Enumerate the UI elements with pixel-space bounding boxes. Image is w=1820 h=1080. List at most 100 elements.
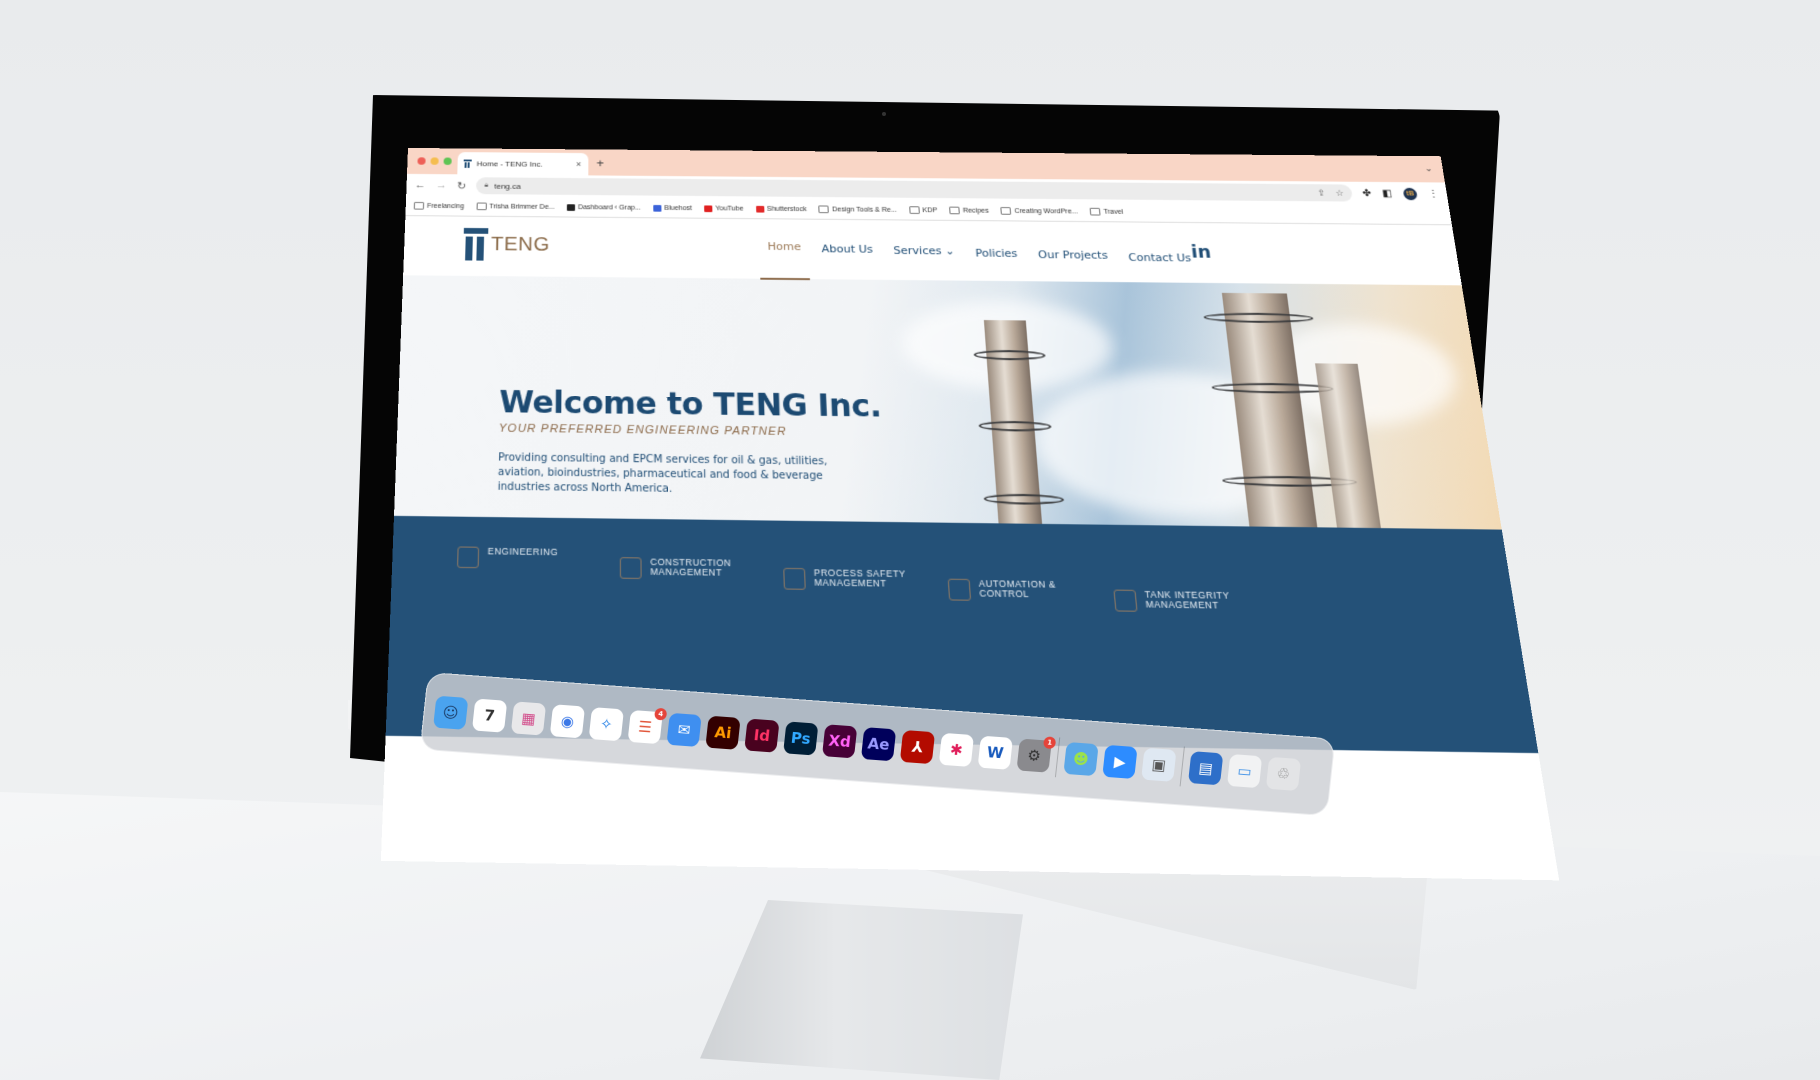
- youtube-icon: [704, 204, 713, 212]
- teng-logo[interactable]: TENG: [463, 227, 550, 261]
- teng-favicon-icon: [464, 159, 472, 167]
- bookmark-item[interactable]: KDP: [908, 206, 938, 214]
- main-nav: Home About Us Services ⌄ Policies Our Projec…: [767, 240, 1193, 277]
- dock-app-calendar[interactable]: 7: [471, 698, 508, 733]
- app-icon: ☻: [1072, 749, 1090, 769]
- folder-icon: [1089, 207, 1101, 216]
- bookmark-item[interactable]: Creating WordPre...: [1000, 207, 1079, 215]
- app-icon: ☰: [637, 717, 653, 737]
- app-icon: ✧: [599, 714, 614, 734]
- maximize-window-button[interactable]: [443, 157, 452, 165]
- service-label: PROCESS SAFETY MANAGEMENT: [813, 567, 906, 589]
- dock-app-reminders[interactable]: ☰ 4: [627, 707, 668, 745]
- bookmark-item[interactable]: Travel: [1089, 207, 1124, 216]
- app-icon: ⚙: [1026, 746, 1042, 766]
- dock-app-trash[interactable]: ♲: [1265, 756, 1302, 792]
- bluehost-icon: [653, 204, 662, 212]
- bookmark-label: YouTube: [715, 205, 744, 212]
- back-icon[interactable]: ←: [414, 180, 425, 191]
- app-icon: ▶: [1113, 752, 1127, 772]
- close-window-button[interactable]: [417, 157, 426, 165]
- folder-icon: [476, 202, 487, 211]
- app-icon: ▣: [1150, 755, 1167, 775]
- share-icon[interactable]: ⇪: [1317, 188, 1326, 198]
- folder-icon: [818, 205, 830, 214]
- bookmark-item[interactable]: YouTube: [704, 204, 744, 212]
- tab-home[interactable]: Home - TENG Inc. ×: [457, 152, 589, 176]
- dock-app-slack[interactable]: ✱: [938, 732, 975, 767]
- dock-app-xd[interactable]: Xd: [821, 724, 858, 759]
- bookmark-item[interactable]: Recipes: [949, 206, 989, 215]
- bookmark-label: Dashboard ‹ Grap...: [577, 203, 641, 212]
- dock-app-downloads[interactable]: ▭: [1226, 753, 1263, 789]
- dock-app-illustrator[interactable]: Ai: [705, 715, 741, 750]
- camera-icon: [882, 112, 886, 116]
- app-icon: Id: [752, 726, 771, 746]
- dock-app-after-effects[interactable]: Ae: [860, 727, 897, 762]
- service-item[interactable]: TANK INTEGRITY MANAGEMENT: [1111, 559, 1299, 749]
- profile-avatar[interactable]: tB: [1402, 187, 1418, 200]
- dock-app-safari[interactable]: ✧: [588, 707, 624, 742]
- logo-text: TENG: [490, 233, 550, 256]
- dock-app-zoom[interactable]: ▶: [1102, 744, 1138, 780]
- app-icon: Xd: [827, 731, 852, 752]
- bookmark-item[interactable]: Design Tools & Re...: [818, 205, 898, 214]
- hero-title: Welcome to TENG Inc.: [498, 384, 883, 425]
- nav-item-home[interactable]: Home: [767, 240, 802, 274]
- bookmark-item[interactable]: Shutterstock: [755, 205, 807, 213]
- service-icon: [783, 567, 806, 590]
- reload-icon[interactable]: ↻: [457, 179, 467, 191]
- bookmark-label: KDP: [922, 206, 938, 214]
- service-icon: [1113, 589, 1138, 612]
- nav-item-services[interactable]: Services ⌄: [893, 244, 956, 275]
- dock-app-chrome[interactable]: ◉: [549, 704, 586, 739]
- new-tab-button[interactable]: +: [596, 156, 604, 170]
- dock-app-screenshot-stack[interactable]: ▤: [1187, 751, 1224, 786]
- dock-app-launchpad[interactable]: ▦: [510, 701, 547, 736]
- hero-description: Providing consulting and EPCM services f…: [497, 452, 828, 496]
- app-icon: ✱: [949, 740, 964, 760]
- tab-search-chevron-icon[interactable]: ⌄: [1424, 164, 1433, 174]
- app-icon: Ai: [713, 723, 733, 743]
- bookmark-label: Creating WordPre...: [1014, 207, 1079, 215]
- dock-app-finder[interactable]: ☺: [433, 695, 469, 730]
- dock-separator: [1179, 746, 1185, 787]
- star-icon[interactable]: ☆: [1335, 188, 1345, 198]
- window-controls: [417, 157, 452, 165]
- dock-app-word[interactable]: W: [977, 735, 1013, 770]
- dock-app-preview[interactable]: ▣: [1141, 747, 1177, 782]
- linkedin-icon[interactable]: in: [1190, 242, 1212, 262]
- app-icon: ♲: [1275, 764, 1292, 784]
- app-icon: ▤: [1197, 758, 1214, 778]
- dock-app-avatar-app[interactable]: ☻: [1063, 741, 1099, 777]
- extensions-icon[interactable]: ✤: [1362, 188, 1372, 198]
- bookmark-item[interactable]: Trisha Brimmer De...: [476, 202, 555, 211]
- bookmark-label: Design Tools & Re...: [832, 206, 898, 214]
- dock-app-system-preferences[interactable]: ⚙ 1: [1016, 736, 1057, 773]
- dock-app-mail[interactable]: ✉: [666, 712, 702, 747]
- app-icon: ☺: [441, 703, 460, 723]
- bookmark-item[interactable]: Bluehost: [653, 204, 692, 212]
- service-icon: [457, 546, 480, 569]
- nav-item-policies[interactable]: Policies: [975, 246, 1019, 275]
- forward-icon[interactable]: →: [436, 180, 447, 191]
- dock-app-acrobat[interactable]: ⅄: [899, 729, 936, 765]
- minimize-window-button[interactable]: [430, 157, 439, 165]
- close-tab-icon[interactable]: ×: [576, 160, 581, 169]
- dock-app-indesign[interactable]: Id: [744, 718, 780, 753]
- nav-item-contact-us[interactable]: Contact Us: [1128, 251, 1193, 278]
- bookmark-item[interactable]: Freelancing: [413, 201, 464, 210]
- folder-icon: [413, 201, 425, 210]
- menu-icon[interactable]: ⋮: [1427, 188, 1439, 198]
- bookmark-item[interactable]: Dashboard ‹ Grap...: [566, 203, 641, 212]
- nav-item-our-projects[interactable]: Our Projects: [1038, 248, 1110, 276]
- bookmark-label: Trisha Brimmer De...: [489, 203, 555, 211]
- nav-item-about-us[interactable]: About Us: [821, 242, 874, 274]
- shutterstock-icon: [755, 205, 764, 213]
- hero-subtitle: YOUR PREFERRED ENGINEERING PARTNER: [498, 422, 787, 439]
- dock-app-photoshop[interactable]: Ps: [783, 721, 819, 756]
- sidebar-icon[interactable]: ◧: [1382, 188, 1393, 198]
- notification-badge: 1: [1042, 736, 1057, 750]
- app-icon: 7: [483, 706, 496, 725]
- dock-separator: [1054, 737, 1061, 778]
